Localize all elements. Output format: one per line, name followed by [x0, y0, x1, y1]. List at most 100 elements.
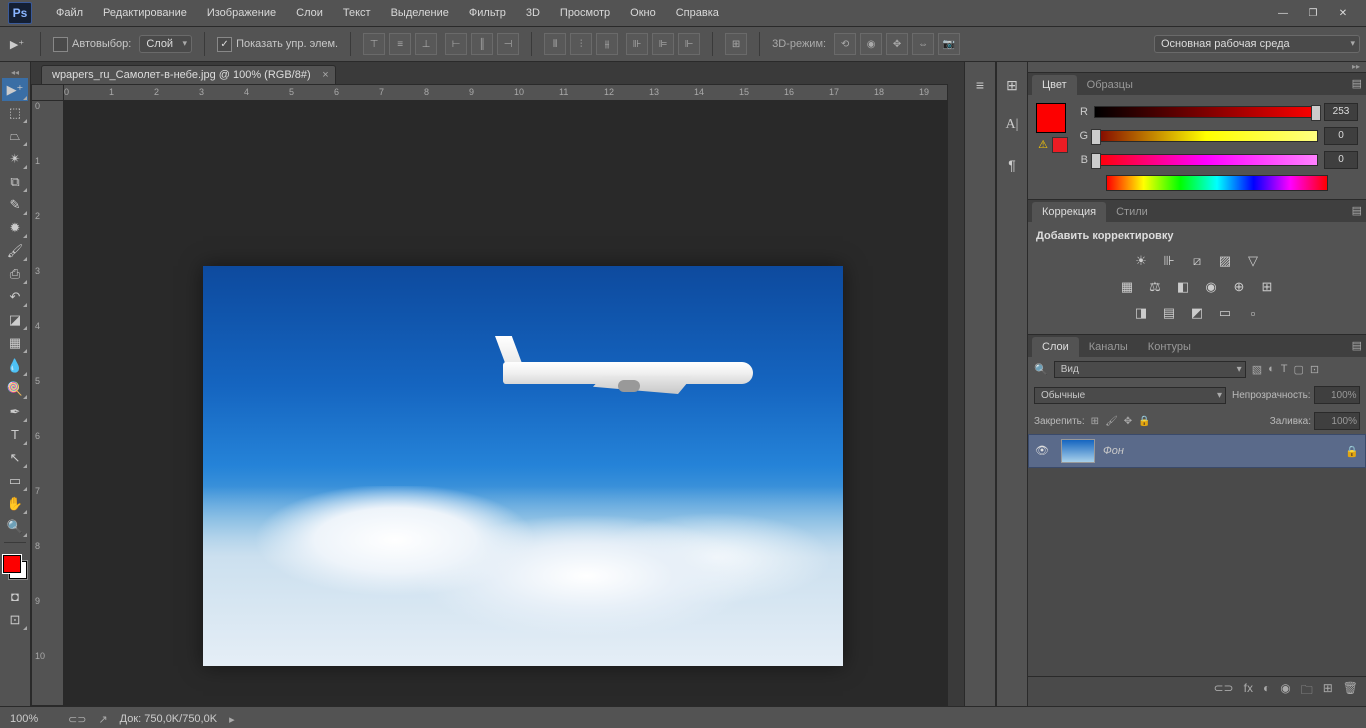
3d-orbit-icon[interactable]: ⟲ [834, 33, 856, 55]
levels-icon[interactable]: ⊪ [1159, 252, 1179, 270]
lock-position-icon[interactable]: ✥ [1124, 416, 1132, 427]
selectivecolor-icon[interactable]: ▫ [1243, 304, 1263, 322]
layer-mask-icon[interactable]: ◐ [1263, 681, 1270, 702]
gradient-tool[interactable]: ▦ [2, 331, 28, 354]
filter-adjust-icon[interactable]: ◐ [1268, 363, 1275, 376]
screenmode-tool[interactable]: ⊡ [2, 608, 28, 631]
lasso-tool[interactable]: ⏢ [2, 124, 28, 147]
menu-3d[interactable]: 3D [516, 7, 550, 19]
tab-channels[interactable]: Каналы [1079, 337, 1138, 357]
toolbox-collapse-icon[interactable]: ◂◂ [0, 68, 30, 78]
align-bottom-icon[interactable]: ⊥ [415, 33, 437, 55]
filter-type-icon[interactable]: T [1281, 363, 1288, 376]
exposure-icon[interactable]: ▨ [1215, 252, 1235, 270]
shape-tool[interactable]: ▭ [2, 469, 28, 492]
tab-swatches[interactable]: Образцы [1077, 75, 1143, 95]
layer-lock-icon[interactable]: 🔒 [1345, 445, 1359, 458]
character-panel-icon[interactable]: ⊞ [1001, 74, 1023, 96]
r-value[interactable]: 253 [1324, 103, 1358, 121]
menu-layers[interactable]: Слои [286, 7, 333, 19]
fill-input[interactable] [1314, 412, 1360, 430]
foreground-color-swatch[interactable] [3, 555, 21, 573]
align-top-icon[interactable]: ⊤ [363, 33, 385, 55]
history-panel-icon[interactable]: ≡ [969, 74, 991, 96]
ruler-vertical[interactable]: 012345678910 [31, 100, 65, 706]
layer-fx-icon[interactable]: fx [1244, 681, 1253, 702]
clone-stamp-tool[interactable]: ⎙ [2, 262, 28, 285]
lock-pixels-icon[interactable]: ⊞ [1091, 416, 1099, 427]
status-icon-1[interactable]: ⊂⊃ [68, 713, 86, 726]
threshold-icon[interactable]: ◩ [1187, 304, 1207, 322]
colorbalance-icon[interactable]: ⚖ [1145, 278, 1165, 296]
color-panel-menu-icon[interactable]: ▤ [1352, 77, 1362, 90]
layer-name[interactable]: Фон [1103, 445, 1124, 457]
document-tab[interactable]: wpapers_ru_Самолет-в-небе.jpg @ 100% (RG… [41, 65, 336, 84]
menu-window[interactable]: Окно [620, 7, 666, 19]
g-value[interactable]: 0 [1324, 127, 1358, 145]
menu-select[interactable]: Выделение [381, 7, 459, 19]
bw-icon[interactable]: ◧ [1173, 278, 1193, 296]
websafe-swatch[interactable] [1052, 137, 1068, 153]
window-close-button[interactable]: ✕ [1328, 2, 1358, 24]
align-hcenter-icon[interactable]: ║ [471, 33, 493, 55]
show-controls-checkbox[interactable]: Показать упр. элем. [217, 37, 338, 52]
curves-icon[interactable]: ⧄ [1187, 252, 1207, 270]
link-layers-icon[interactable]: ⊂⊃ [1214, 681, 1234, 702]
tab-color[interactable]: Цвет [1032, 75, 1077, 95]
opacity-input[interactable] [1314, 386, 1360, 404]
tab-layers[interactable]: Слои [1032, 337, 1079, 357]
eraser-tool[interactable]: ◪ [2, 308, 28, 331]
autoselect-dropdown[interactable]: Слой [139, 35, 192, 53]
new-layer-icon[interactable]: ⊞ [1323, 681, 1333, 702]
align-right-icon[interactable]: ⊣ [497, 33, 519, 55]
tab-styles[interactable]: Стили [1106, 202, 1158, 222]
type-tool[interactable]: T [2, 423, 28, 446]
invert-icon[interactable]: ◨ [1131, 304, 1151, 322]
spectrum-ramp[interactable] [1106, 175, 1328, 191]
filter-shape-icon[interactable]: ▢ [1294, 363, 1304, 376]
align-vcenter-icon[interactable]: ≡ [389, 33, 411, 55]
gradientmap-icon[interactable]: ▭ [1215, 304, 1235, 322]
dodge-tool[interactable]: 🍭 [2, 377, 28, 400]
lock-all-icon[interactable]: 🔒 [1138, 416, 1150, 427]
adjust-panel-menu-icon[interactable]: ▤ [1352, 204, 1362, 217]
new-group-icon[interactable]: 🗀 [1301, 681, 1313, 702]
move-tool[interactable]: ▶⁺ [2, 78, 28, 101]
b-slider[interactable] [1094, 154, 1318, 166]
eyedropper-tool[interactable]: ✎ [2, 193, 28, 216]
vibrance-icon[interactable]: ▽ [1243, 252, 1263, 270]
brightness-icon[interactable]: ☀ [1131, 252, 1151, 270]
path-select-tool[interactable]: ↖ [2, 446, 28, 469]
align-left-icon[interactable]: ⊢ [445, 33, 467, 55]
window-minimize-button[interactable]: — [1268, 2, 1298, 24]
layer-filter-dropdown[interactable]: Вид [1054, 361, 1246, 378]
menu-file[interactable]: Файл [46, 7, 93, 19]
zoom-input[interactable] [8, 712, 56, 726]
status-icon-2[interactable]: ↗ [98, 713, 107, 726]
glyphs-panel-icon[interactable]: ¶ [1001, 154, 1023, 176]
distribute-bottom-icon[interactable]: ⫵ [596, 33, 618, 55]
distribute-top-icon[interactable]: ⫴ [544, 33, 566, 55]
canvas-viewport[interactable] [63, 100, 948, 706]
history-brush-tool[interactable]: ↶ [2, 285, 28, 308]
auto-align-icon[interactable]: ⊞ [725, 33, 747, 55]
distribute-vcenter-icon[interactable]: ⫶ [570, 33, 592, 55]
channelmixer-icon[interactable]: ⊕ [1229, 278, 1249, 296]
distribute-right-icon[interactable]: ⊩ [678, 33, 700, 55]
quickmask-tool[interactable]: ◘ [2, 585, 28, 608]
filter-pixel-icon[interactable]: ▧ [1252, 363, 1262, 376]
3d-camera-icon[interactable]: 📷 [938, 33, 960, 55]
paragraph-panel-icon[interactable]: A| [1001, 114, 1023, 136]
marquee-tool[interactable]: ⬚ [2, 101, 28, 124]
panels-collapse-icon[interactable]: ▸▸ [1028, 62, 1366, 72]
photofilter-icon[interactable]: ◉ [1201, 278, 1221, 296]
menu-text[interactable]: Текст [333, 7, 381, 19]
colorlookup-icon[interactable]: ⊞ [1257, 278, 1277, 296]
color-preview-swatch[interactable] [1036, 103, 1066, 133]
g-slider[interactable] [1094, 130, 1318, 142]
autoselect-checkbox[interactable]: Автовыбор: [53, 37, 131, 52]
delete-layer-icon[interactable]: 🗑 [1343, 681, 1358, 702]
visibility-eye-icon[interactable]: 👁 [1035, 444, 1053, 458]
r-slider[interactable] [1094, 106, 1318, 118]
workspace-dropdown[interactable]: Основная рабочая среда [1154, 35, 1360, 53]
